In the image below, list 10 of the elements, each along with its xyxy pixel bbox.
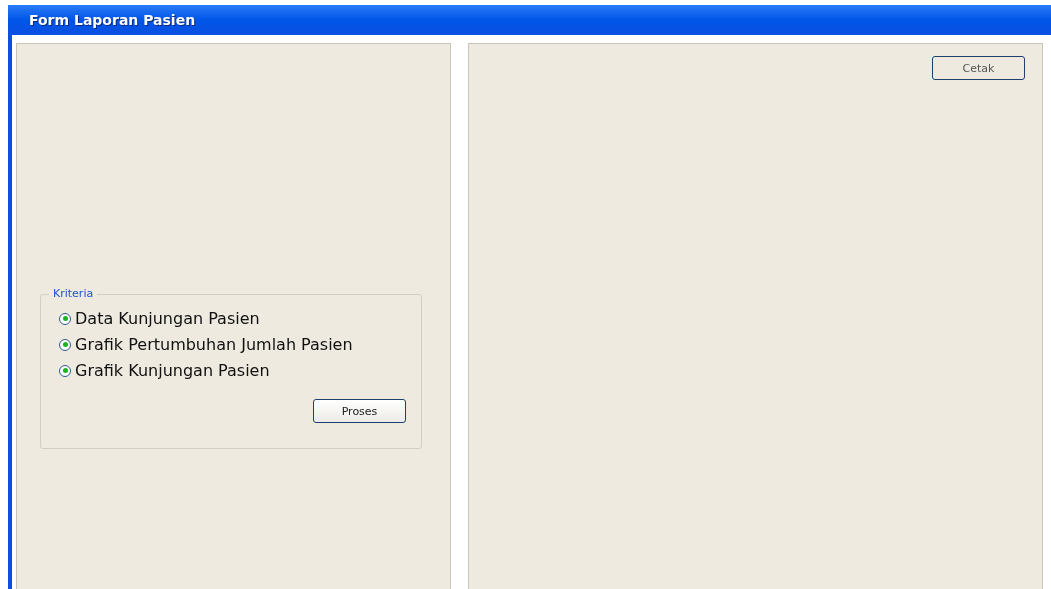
option-label[interactable]: Grafik Pertumbuhan Jumlah Pasien [75,335,353,354]
radio-button[interactable] [59,338,71,351]
radio-button[interactable] [59,312,71,325]
option-label[interactable]: Data Kunjungan Pasien [75,309,260,328]
print-button[interactable]: Cetak [932,56,1025,80]
group-title: Kriteria [49,287,98,300]
radio-button[interactable] [59,364,71,377]
window-title: Form Laporan Pasien [29,12,196,28]
process-button[interactable]: Proses [313,399,406,423]
option-label[interactable]: Grafik Kunjungan Pasien [75,361,270,380]
